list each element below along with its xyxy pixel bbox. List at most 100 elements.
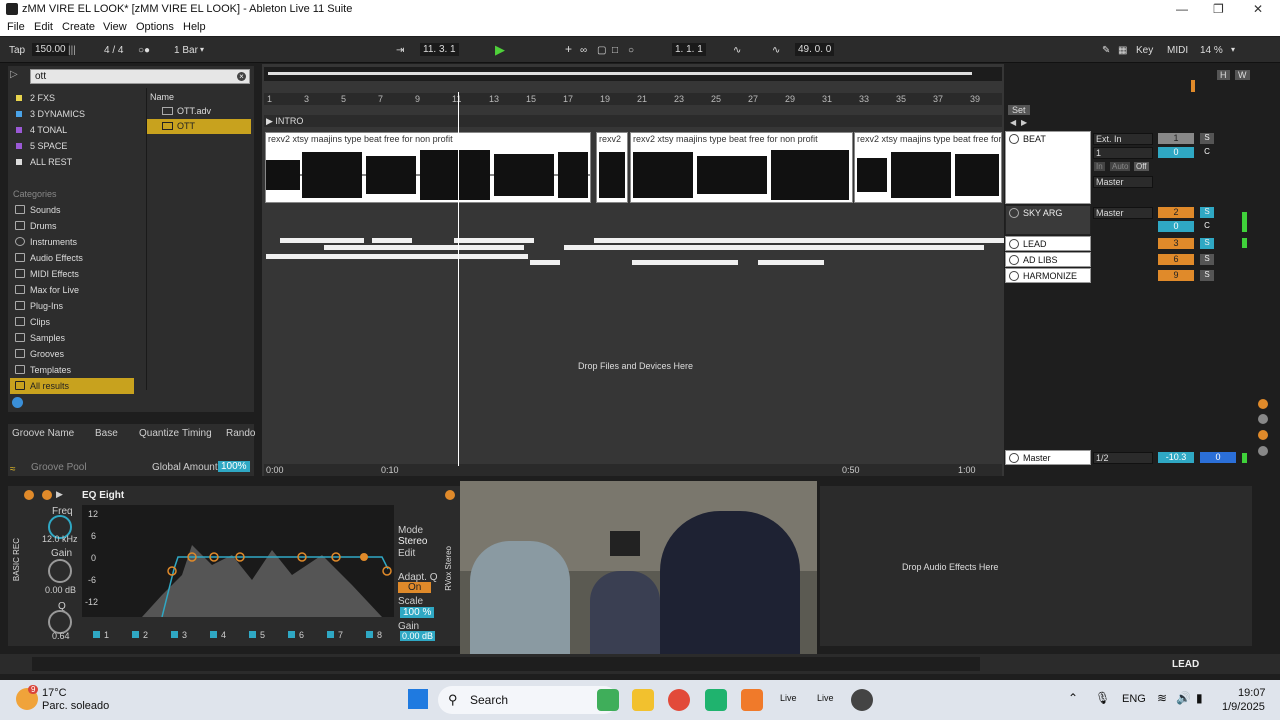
file-explorer-icon[interactable] <box>632 689 654 711</box>
chevron-down-icon[interactable]: ▾ <box>1231 45 1235 54</box>
quantize-menu[interactable]: 1 Bar <box>174 45 198 56</box>
time-signature[interactable]: 4 / 4 <box>104 45 123 56</box>
solo-button[interactable]: S <box>1200 270 1214 281</box>
adapt-q-toggle[interactable]: On <box>398 582 432 593</box>
fl-studio-icon[interactable] <box>741 689 763 711</box>
language-indicator[interactable]: ENG <box>1122 693 1146 705</box>
live-app-icon-active[interactable]: Live <box>817 693 834 703</box>
arrangement-overview[interactable] <box>264 67 1002 81</box>
taskbar-search[interactable]: ⚲ Search <box>438 686 618 714</box>
category-all-results[interactable]: All results <box>10 378 134 394</box>
category-audio-effects[interactable]: Audio Effects <box>10 250 134 266</box>
audio-clip[interactable]: rexv2 xtsy maajins type beat free for no… <box>854 132 1002 203</box>
output-gain-field[interactable]: 0.00 dB <box>400 631 436 641</box>
category-instruments[interactable]: Instruments <box>10 234 134 250</box>
microphone-icon[interactable]: 🎙 <box>1095 691 1110 705</box>
name-column-header[interactable]: Name <box>147 90 251 105</box>
audio-clip[interactable]: rexv2 xtsy maajins type beat free for no… <box>630 132 853 203</box>
freq-value[interactable]: 12.0 kHz <box>42 534 78 544</box>
input-type-menu[interactable]: Ext. In <box>1093 133 1153 145</box>
groove-icon[interactable]: ≈ <box>10 464 16 475</box>
midi-map-button[interactable]: MIDI <box>1167 45 1188 56</box>
mixer-toggle-icon[interactable] <box>1258 430 1268 440</box>
menu-view[interactable]: View <box>103 21 127 33</box>
fold-icon[interactable] <box>1009 255 1019 265</box>
bar-ruler[interactable]: 1 3 5 7 9 11 13 15 17 19 21 23 25 27 29 … <box>264 93 1002 105</box>
crossfader-toggle-icon[interactable] <box>1258 446 1268 456</box>
tempo-field[interactable]: 150.00 <box>32 43 69 56</box>
close-icon[interactable]: ✕ <box>1253 2 1263 16</box>
punch-in-icon[interactable]: ∿ <box>733 45 741 56</box>
band-4[interactable]: 4 <box>221 630 226 640</box>
track-harmonize[interactable]: HARMONIZE <box>1005 268 1091 283</box>
midi-clips[interactable] <box>264 236 1004 268</box>
audio-effects-drop-zone[interactable] <box>820 486 1252 646</box>
expand-icon[interactable]: ▶ <box>56 489 63 500</box>
monitor-auto[interactable]: Auto <box>1110 162 1131 171</box>
category-midi-effects[interactable]: MIDI Effects <box>10 266 134 282</box>
band-8[interactable]: 8 <box>377 630 382 640</box>
mode-menu[interactable]: Stereo <box>398 536 427 547</box>
gain-value[interactable]: 0.00 dB <box>45 585 76 595</box>
master-volume[interactable]: -10.3 <box>1158 452 1194 463</box>
pan-center[interactable]: C <box>1200 147 1214 158</box>
loop-start[interactable]: 1. 1. 1 <box>672 43 706 56</box>
category-grooves[interactable]: Grooves <box>10 346 134 362</box>
next-locator-icon[interactable]: ▶ <box>1021 118 1027 127</box>
wifi-icon[interactable]: ≋ <box>1157 691 1167 705</box>
device-power-icon[interactable] <box>42 490 52 500</box>
category-drums[interactable]: Drums <box>10 218 134 234</box>
volume-icon[interactable]: 🔊 <box>1176 691 1191 705</box>
play-icon[interactable]: ▶ <box>495 42 505 58</box>
metronome-icon[interactable]: ○● <box>138 45 150 56</box>
h-button[interactable]: H <box>1217 70 1230 80</box>
chevron-up-icon[interactable]: ⌃ <box>1068 691 1078 705</box>
solo-button[interactable]: S <box>1200 207 1214 218</box>
link-icon[interactable]: ∞ <box>580 45 587 56</box>
tap-button[interactable]: Tap <box>9 45 25 56</box>
browser-toggle-icon[interactable]: ▷ <box>10 69 26 83</box>
solo-button[interactable]: S <box>1200 254 1214 265</box>
metronome-bars-icon[interactable]: ||| <box>68 45 76 56</box>
track-master[interactable]: Master <box>1005 450 1091 465</box>
master-output-menu[interactable]: 1/2 <box>1093 452 1153 464</box>
fold-icon[interactable] <box>1009 239 1019 249</box>
category-max-for-live[interactable]: Max for Live <box>10 282 134 298</box>
menu-help[interactable]: Help <box>183 21 206 33</box>
add-icon[interactable]: + <box>565 42 572 56</box>
global-amount-field[interactable]: 100% <box>218 461 250 472</box>
windows-start-icon[interactable] <box>408 689 428 709</box>
track-volume[interactable]: 2 <box>1158 207 1194 218</box>
clock-time[interactable]: 19:07 <box>1238 687 1266 699</box>
fold-icon[interactable] <box>1009 134 1019 144</box>
media-player-icon[interactable] <box>851 689 873 711</box>
chevron-down-icon[interactable]: ▾ <box>200 45 204 54</box>
fold-icon[interactable] <box>1009 271 1019 281</box>
solo-button[interactable]: S <box>1200 133 1214 144</box>
io-toggle-icon[interactable] <box>1258 399 1268 409</box>
loop-length[interactable]: 49. 0. 0 <box>795 43 835 56</box>
loop-region-icon[interactable]: □ <box>612 45 618 56</box>
pan-center[interactable]: C <box>1200 221 1214 232</box>
track-volume[interactable]: 6 <box>1158 254 1194 265</box>
track-volume[interactable]: 1 <box>1158 133 1194 144</box>
eq-display[interactable]: 12 6 0 -6 -12 100 1k 10k <box>82 505 394 617</box>
audio-clip[interactable]: rexv2 <box>596 132 628 203</box>
scale-field[interactable]: 100 % <box>400 607 435 618</box>
monitor-off[interactable]: Off <box>1134 162 1149 171</box>
q-value[interactable]: 0.64 <box>52 631 70 641</box>
band-6[interactable]: 6 <box>299 630 304 640</box>
help-icon[interactable] <box>12 397 23 408</box>
band-5[interactable]: 5 <box>260 630 265 640</box>
menu-edit[interactable]: Edit <box>34 21 53 33</box>
band-1[interactable]: 1 <box>104 630 109 640</box>
master-pan[interactable]: 0 <box>1200 452 1236 463</box>
set-locator-button[interactable]: Set <box>1008 105 1030 115</box>
maximize-icon[interactable]: ❐ <box>1213 2 1224 16</box>
returns-toggle-icon[interactable] <box>1258 414 1268 424</box>
app-icon[interactable] <box>705 689 727 711</box>
category-clips[interactable]: Clips <box>10 314 134 330</box>
input-channel-menu[interactable]: 1 <box>1093 147 1153 159</box>
session-record-icon[interactable]: ○ <box>628 45 634 56</box>
track-ad-libs[interactable]: AD LIBS <box>1005 252 1091 267</box>
